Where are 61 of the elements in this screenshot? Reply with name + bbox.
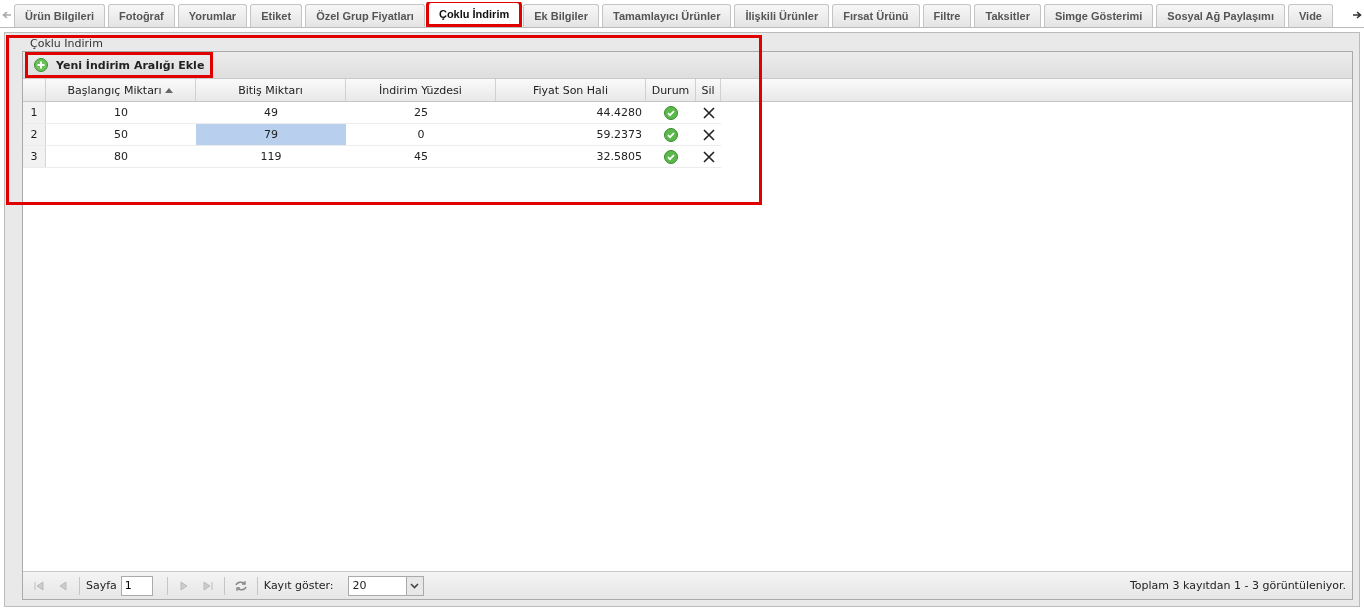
- table-cell-text: 44.4280: [595, 105, 643, 121]
- scroll-left-icon[interactable]: [2, 11, 12, 19]
- column-header[interactable]: Sil: [696, 79, 721, 101]
- row-number: 1: [23, 102, 46, 123]
- tab[interactable]: Fotoğraf: [108, 4, 175, 27]
- paging-summary: Toplam 3 kayıtdan 1 - 3 görüntüleniyor.: [1129, 579, 1346, 592]
- delete-icon[interactable]: [702, 106, 715, 119]
- table-cell-text: 45: [413, 149, 429, 165]
- first-page-icon[interactable]: [34, 580, 44, 591]
- tab[interactable]: Sosyal Ağ Paylaşımı: [1156, 4, 1285, 27]
- tab[interactable]: Ürün Bilgileri: [14, 4, 106, 27]
- caret-icon: [410, 582, 420, 589]
- previous-page-icon[interactable]: [58, 580, 68, 591]
- row-number: 3: [23, 146, 46, 167]
- column-header[interactable]: Bitiş Miktarı: [196, 79, 346, 101]
- row-number: 2: [23, 124, 46, 145]
- page-input[interactable]: 1: [120, 575, 153, 596]
- table-cell-text: 49: [263, 105, 279, 121]
- scroll-right-icon[interactable]: [1352, 11, 1362, 19]
- column-header[interactable]: Başlangıç Miktarı: [46, 79, 196, 101]
- column-header-label: Fiyat Son Hali: [533, 83, 608, 97]
- tab[interactable]: Özel Grup Fiyatları: [305, 4, 425, 27]
- tab[interactable]: Simge Gösterimi: [1043, 4, 1154, 27]
- fieldset-legend: Çoklu İndirim: [22, 33, 1353, 51]
- tab[interactable]: Ek Bilgiler: [523, 4, 599, 27]
- tab[interactable]: Etiket: [250, 4, 303, 27]
- column-header-label: İndirim Yüzdesi: [379, 83, 462, 97]
- column-header[interactable]: Fiyat Son Hali: [496, 79, 646, 101]
- tab[interactable]: Tamamlayıcı Ürünler: [602, 4, 732, 27]
- page-label: Sayfa: [86, 579, 117, 592]
- column-header-label: Başlangıç Miktarı: [67, 83, 162, 97]
- table-cell-text: 0: [416, 127, 426, 143]
- tab[interactable]: Vide: [1287, 4, 1333, 27]
- tab[interactable]: Çoklu İndirim: [427, 2, 521, 25]
- table-cell: 79: [196, 124, 346, 145]
- table-cell-text: 25: [413, 105, 429, 121]
- table-cell-text: 80: [113, 149, 129, 165]
- table-cell-text: 32.5805: [595, 149, 643, 165]
- column-header[interactable]: İndirim Yüzdesi: [346, 79, 496, 101]
- page-size-select[interactable]: 20: [347, 575, 424, 596]
- next-page-icon[interactable]: [178, 580, 189, 591]
- last-page-icon[interactable]: [202, 580, 213, 591]
- tab[interactable]: Filtre: [922, 4, 972, 27]
- delete-icon[interactable]: [702, 150, 715, 163]
- column-header-label: Durum: [651, 83, 690, 97]
- table-cell-text: 50: [113, 127, 129, 143]
- column-header-label: Sil: [701, 83, 715, 97]
- tab[interactable]: Yorumlar: [177, 4, 248, 27]
- column-header[interactable]: Durum: [646, 79, 696, 101]
- tab[interactable]: İlişkili Ürünler: [734, 4, 830, 27]
- column-header-label: Bitiş Miktarı: [238, 83, 303, 97]
- table-cell-text: 119: [259, 149, 283, 165]
- table-cell-text: 59.2373: [595, 127, 643, 143]
- page-size-label: Kayıt göster:: [263, 579, 334, 592]
- refresh-icon[interactable]: [233, 578, 248, 593]
- table-cell-text: 10: [113, 105, 129, 121]
- delete-icon[interactable]: [702, 128, 715, 141]
- add-range-button[interactable]: Yeni İndirim Aralığı Ekle: [25, 52, 214, 78]
- tab[interactable]: Taksitler: [974, 4, 1041, 27]
- plus-circle-icon: [34, 58, 48, 72]
- tab[interactable]: Fırsat Ürünü: [832, 4, 920, 27]
